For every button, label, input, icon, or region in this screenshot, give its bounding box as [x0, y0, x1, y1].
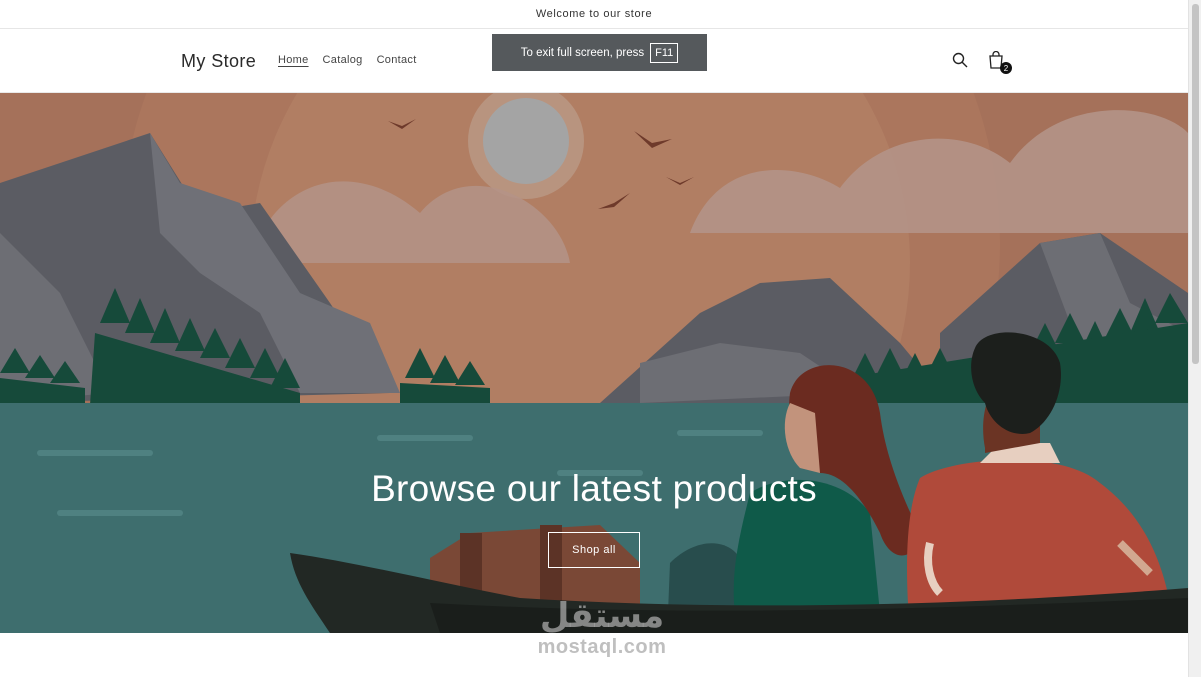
- announcement-bar: Welcome to our store: [0, 0, 1188, 29]
- scrollbar-thumb[interactable]: [1192, 4, 1199, 364]
- nav-item-catalog[interactable]: Catalog: [323, 54, 363, 66]
- hero-content: Browse our latest products Shop all: [0, 468, 1188, 568]
- watermark: مستقل mostaql.com: [527, 598, 677, 659]
- toast-key: F11: [650, 42, 679, 63]
- announcement-text: Welcome to our store: [535, 8, 653, 20]
- cart-icon[interactable]: 2: [985, 49, 1012, 74]
- main-nav: Home Catalog Contact: [278, 54, 417, 66]
- nav-item-home[interactable]: Home: [278, 54, 309, 66]
- hero-banner: Browse our latest products Shop all: [0, 93, 1188, 633]
- store-logo[interactable]: My Store: [181, 51, 256, 72]
- fullscreen-exit-toast: To exit full screen, press F11: [492, 34, 707, 71]
- search-icon[interactable]: [949, 49, 971, 71]
- hero-title: Browse our latest products: [371, 468, 817, 509]
- cart-count-badge: 2: [1000, 62, 1012, 74]
- page-scrollbar[interactable]: [1188, 0, 1201, 677]
- toast-text: To exit full screen, press: [520, 46, 645, 59]
- nav-item-contact[interactable]: Contact: [377, 54, 417, 66]
- header-icons: 2: [949, 49, 1012, 74]
- shop-all-button[interactable]: Shop all: [548, 532, 640, 568]
- watermark-arabic: مستقل: [539, 596, 665, 636]
- watermark-latin: mostaql.com: [537, 636, 667, 658]
